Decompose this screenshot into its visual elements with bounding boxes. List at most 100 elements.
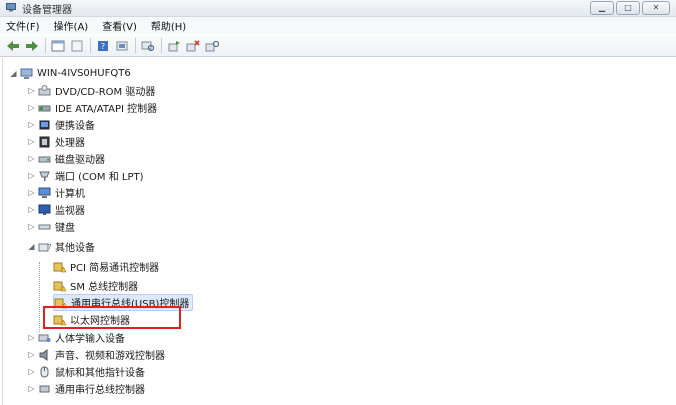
ide-controller-icon bbox=[38, 102, 51, 114]
tree-item-usb-bus[interactable]: ▷ 通用串行总线控制器 bbox=[27, 380, 145, 397]
tree-item-label: 以太网控制器 bbox=[70, 316, 130, 327]
update-button[interactable] bbox=[165, 38, 183, 54]
scan-hardware-icon bbox=[141, 41, 155, 51]
toolbar: ? bbox=[0, 35, 676, 57]
tree-root[interactable]: ◢ WIN-4IVS0HUFQT6 bbox=[9, 65, 131, 82]
tree-connector bbox=[39, 262, 40, 332]
tree-item-sm-bus[interactable]: SM 总线控制器 bbox=[53, 277, 138, 294]
computer-icon bbox=[20, 68, 33, 80]
forward-button[interactable] bbox=[23, 38, 41, 54]
expand-arrow-icon[interactable]: ▷ bbox=[27, 86, 36, 95]
computer-icon bbox=[38, 187, 51, 199]
tree-item-other-devices[interactable]: ◢ ? 其他设备 bbox=[27, 238, 95, 255]
uninstall-button[interactable] bbox=[184, 38, 202, 54]
expand-arrow-icon[interactable]: ▷ bbox=[27, 171, 36, 180]
tree-item-ports[interactable]: ▷ 端口 (COM 和 LPT) bbox=[27, 167, 144, 184]
expand-arrow-icon[interactable]: ▷ bbox=[27, 103, 36, 112]
tree-item-label: 键盘 bbox=[55, 223, 75, 234]
maximize-button[interactable]: □ bbox=[616, 1, 640, 15]
tree-item-mouse[interactable]: ▷ 鼠标和其他指针设备 bbox=[27, 363, 145, 380]
hid-icon bbox=[38, 332, 51, 344]
tree-item-label: 其他设备 bbox=[55, 243, 95, 254]
portable-device-icon bbox=[38, 119, 51, 131]
tree-item-ide[interactable]: ▷ IDE ATA/ATAPI 控制器 bbox=[27, 99, 157, 116]
disable-button[interactable] bbox=[203, 38, 221, 54]
tree-item-label: 通用串行总线(USB)控制器 bbox=[71, 299, 190, 310]
tree-item-usb-controller[interactable]: 通用串行总线(USB)控制器 bbox=[53, 294, 194, 311]
update-driver-button[interactable] bbox=[113, 38, 131, 54]
back-button[interactable] bbox=[4, 38, 22, 54]
tree-item-label: 人体学输入设备 bbox=[55, 334, 125, 345]
monitor-icon bbox=[38, 204, 51, 216]
toolbar-separator bbox=[45, 38, 46, 53]
help-book-button[interactable]: ? bbox=[94, 38, 112, 54]
window-title: 设备管理器 bbox=[22, 5, 72, 16]
expand-arrow-icon[interactable]: ▷ bbox=[27, 120, 36, 129]
menu-action[interactable]: 操作(A) bbox=[54, 18, 89, 33]
forward-icon bbox=[26, 40, 38, 51]
tree-item-label: 通用串行总线控制器 bbox=[55, 385, 145, 396]
collapse-arrow-icon[interactable]: ◢ bbox=[27, 242, 36, 251]
svg-text:?: ? bbox=[48, 243, 51, 251]
tree-item-processor[interactable]: ▷ 处理器 bbox=[27, 133, 85, 150]
tree-item-label: 鼠标和其他指针设备 bbox=[55, 368, 145, 379]
expand-arrow-icon[interactable]: ▷ bbox=[27, 333, 36, 342]
tree-item-monitor[interactable]: ▷ 监视器 bbox=[27, 201, 85, 218]
collapse-arrow-icon[interactable]: ◢ bbox=[9, 69, 18, 78]
uninstall-icon bbox=[186, 39, 200, 51]
tree-item-dvd[interactable]: ▷ DVD/CD-ROM 驱动器 bbox=[27, 82, 155, 99]
tree-item-computer[interactable]: ▷ 计算机 bbox=[27, 184, 85, 201]
expand-arrow-icon[interactable]: ▷ bbox=[27, 137, 36, 146]
expand-arrow-icon[interactable]: ▷ bbox=[27, 154, 36, 163]
minimize-button[interactable]: ▁ bbox=[590, 1, 614, 15]
expand-arrow-icon[interactable]: ▷ bbox=[27, 384, 36, 393]
tree-item-label: 处理器 bbox=[55, 138, 85, 149]
help-page-button[interactable] bbox=[68, 38, 86, 54]
unknown-device-warning-icon bbox=[53, 314, 66, 326]
tree-item-portable[interactable]: ▷ 便携设备 bbox=[27, 116, 95, 133]
usb-icon bbox=[38, 383, 51, 395]
tree-item-pci[interactable]: PCI 简易通讯控制器 bbox=[53, 258, 159, 275]
expand-arrow-icon[interactable]: ▷ bbox=[27, 188, 36, 197]
tree-item-label: 监视器 bbox=[55, 206, 85, 217]
svg-text:?: ? bbox=[101, 42, 105, 51]
tree-item-label: PCI 简易通讯控制器 bbox=[70, 263, 160, 274]
scan-hardware-button[interactable] bbox=[139, 38, 157, 54]
tree-item-hid[interactable]: ▷ 人体学输入设备 bbox=[27, 329, 125, 346]
help-book-icon: ? bbox=[98, 40, 108, 51]
close-button[interactable]: ✕ bbox=[642, 1, 670, 15]
toolbar-separator bbox=[161, 38, 162, 53]
menu-view[interactable]: 查看(V) bbox=[102, 18, 137, 33]
tree-root-label: WIN-4IVS0HUFQT6 bbox=[37, 68, 131, 79]
tree-item-disk[interactable]: ▷ 磁盘驱动器 bbox=[27, 150, 105, 167]
expand-arrow-icon[interactable]: ▷ bbox=[27, 367, 36, 376]
port-icon bbox=[38, 170, 51, 182]
keyboard-icon bbox=[38, 221, 51, 233]
tree-item-label: IDE ATA/ATAPI 控制器 bbox=[55, 104, 158, 115]
tree-item-label: SM 总线控制器 bbox=[70, 282, 139, 293]
update-icon bbox=[168, 40, 180, 51]
device-tree: ◢ WIN-4IVS0HUFQT6 ▷ DVD/CD-ROM 驱动器 ▷ IDE… bbox=[2, 58, 676, 405]
mouse-icon bbox=[38, 366, 51, 378]
tree-item-sound[interactable]: ▷ 声音、视频和游戏控制器 bbox=[27, 346, 165, 363]
unknown-device-warning-icon bbox=[54, 297, 67, 309]
close-icon: ✕ bbox=[652, 3, 660, 12]
tree-item-ethernet-controller[interactable]: 以太网控制器 bbox=[53, 311, 130, 328]
toolbar-separator bbox=[135, 38, 136, 53]
expand-arrow-icon[interactable]: ▷ bbox=[27, 222, 36, 231]
toolbar-separator bbox=[90, 38, 91, 53]
dvd-drive-icon bbox=[38, 84, 51, 97]
tree-item-keyboard[interactable]: ▷ 键盘 bbox=[27, 218, 75, 235]
speaker-icon bbox=[38, 348, 51, 361]
properties-window-button[interactable] bbox=[49, 38, 67, 54]
menu-help[interactable]: 帮助(H) bbox=[151, 18, 186, 33]
back-icon bbox=[7, 40, 19, 51]
expand-arrow-icon[interactable]: ▷ bbox=[27, 205, 36, 214]
maximize-icon: □ bbox=[624, 3, 632, 12]
menu-file[interactable]: 文件(F) bbox=[6, 18, 40, 33]
tree-item-label: 端口 (COM 和 LPT) bbox=[55, 172, 144, 183]
tree-item-label: 声音、视频和游戏控制器 bbox=[55, 351, 165, 362]
processor-icon bbox=[38, 136, 51, 148]
expand-arrow-icon[interactable]: ▷ bbox=[27, 350, 36, 359]
tree-item-label: DVD/CD-ROM 驱动器 bbox=[55, 87, 156, 98]
